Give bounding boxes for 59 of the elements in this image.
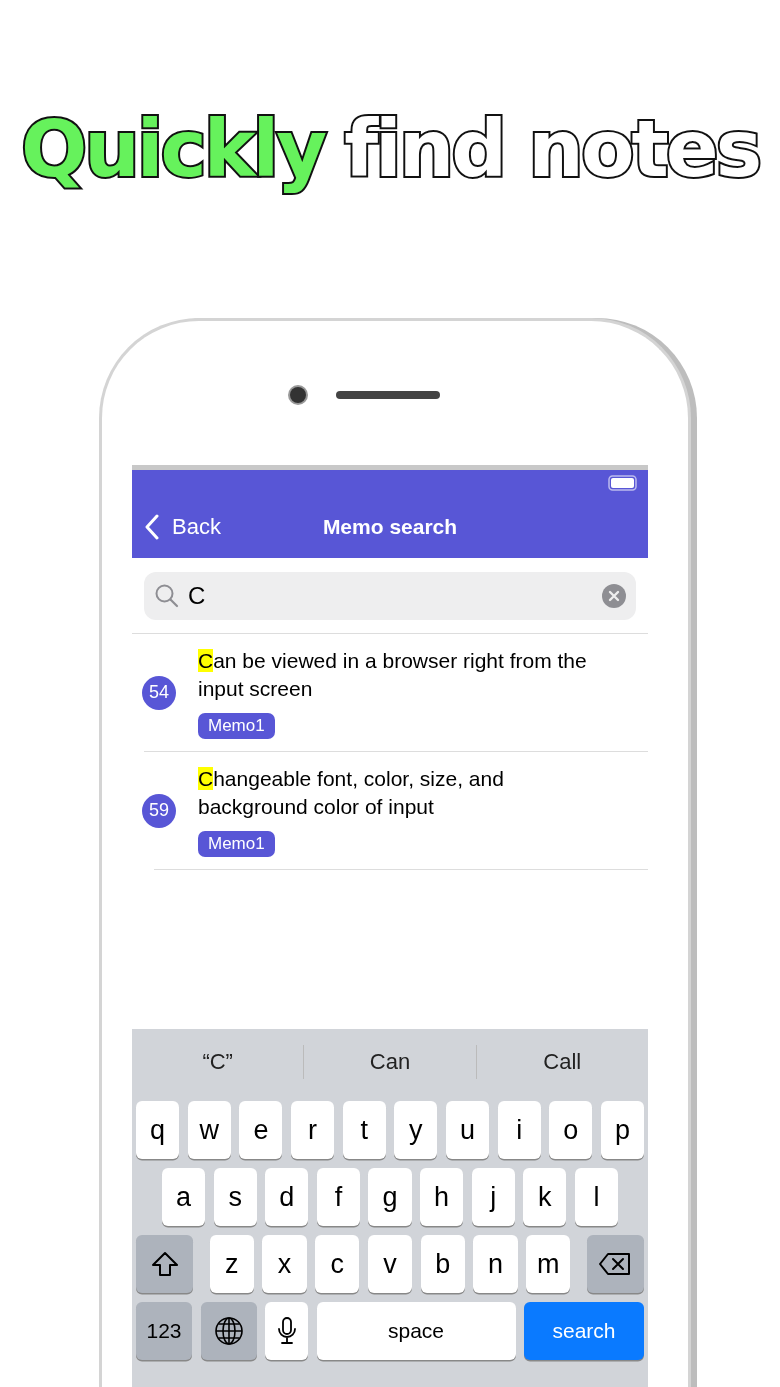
search-field[interactable]: C [144, 572, 636, 620]
memo-text: Can be viewed in a browser right from the input screen [198, 647, 588, 702]
space-key[interactable]: space [316, 1302, 516, 1360]
key[interactable]: n [473, 1235, 518, 1293]
key[interactable]: z [209, 1235, 254, 1293]
key[interactable]: f [316, 1168, 360, 1226]
key[interactable]: m [526, 1235, 571, 1293]
globe-key[interactable] [200, 1302, 257, 1360]
key[interactable]: r [290, 1101, 335, 1159]
headline-word: find notes [344, 110, 760, 196]
key[interactable]: j [471, 1168, 515, 1226]
headline-word: Quickly [20, 110, 325, 196]
key[interactable]: p [600, 1101, 645, 1159]
key[interactable]: g [368, 1168, 412, 1226]
key[interactable]: c [315, 1235, 360, 1293]
key[interactable]: w [187, 1101, 231, 1159]
key[interactable]: h [420, 1168, 464, 1226]
key[interactable]: e [239, 1101, 283, 1159]
key[interactable]: k [523, 1168, 567, 1226]
key[interactable]: y [394, 1101, 438, 1159]
clear-icon[interactable] [602, 584, 626, 608]
key[interactable]: x [262, 1235, 307, 1293]
result-row[interactable]: 54 Can be viewed in a browser right from the input screen Memo1 [132, 634, 648, 751]
globe-icon [213, 1316, 244, 1346]
key[interactable]: a [162, 1168, 206, 1226]
memo-text: Changeable font, color, size, and background color of input [198, 765, 505, 820]
key[interactable]: o [549, 1101, 593, 1159]
numbers-key[interactable]: 123 [136, 1302, 192, 1360]
microphone-key[interactable] [265, 1302, 308, 1360]
memo-number-badge: 54 [142, 675, 176, 710]
shift-arrow-icon [150, 1251, 179, 1277]
search-key[interactable]: search [524, 1302, 644, 1360]
screen-title: Memo search [321, 514, 459, 539]
key[interactable]: v [367, 1235, 413, 1293]
key[interactable]: b [420, 1235, 465, 1293]
key[interactable]: u [445, 1101, 490, 1159]
key[interactable]: t [342, 1101, 386, 1159]
key[interactable]: i [497, 1101, 541, 1159]
key[interactable]: s [213, 1168, 257, 1226]
back-button[interactable]: Back [132, 513, 221, 540]
chevron-left-icon [144, 513, 160, 540]
camera-dot [290, 387, 306, 403]
suggestion[interactable]: Call [476, 1048, 648, 1075]
memo-number-badge: 59 [142, 793, 176, 828]
battery-icon [608, 474, 638, 491]
key[interactable]: l [574, 1168, 618, 1226]
suggestion[interactable]: “C” [132, 1048, 304, 1075]
key[interactable]: d [265, 1168, 309, 1226]
memo-tag: Memo1 [198, 712, 275, 739]
result-row[interactable]: 59 Changeable font, color, size, and background color of input Memo1 [144, 751, 648, 869]
delete-key[interactable] [586, 1235, 644, 1293]
delete-icon [598, 1252, 633, 1276]
memo-tag: Memo1 [198, 830, 275, 857]
shift-key[interactable] [136, 1235, 193, 1293]
suggestion[interactable]: Can [304, 1048, 476, 1075]
search-icon [154, 583, 180, 609]
key[interactable]: q [136, 1101, 180, 1159]
search-input[interactable]: C [186, 581, 596, 611]
microphone-icon [276, 1316, 297, 1346]
